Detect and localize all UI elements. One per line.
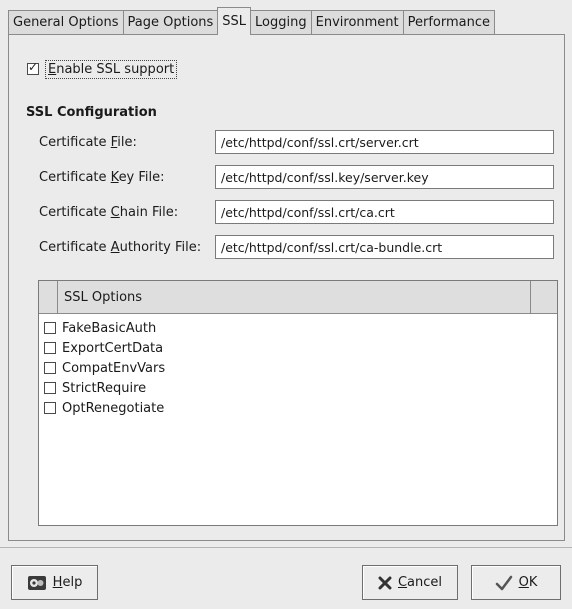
label-suffix: hain File: — [119, 205, 179, 220]
option-label: StrictRequire — [62, 380, 147, 396]
list-item-strictrequire[interactable]: StrictRequire — [39, 378, 557, 398]
label-suffix: ile: — [117, 135, 137, 150]
enable-ssl-row[interactable]: Enable SSL support — [27, 59, 178, 79]
list-item-compatenvvars[interactable]: CompatEnvVars — [39, 358, 557, 378]
tab-general-options[interactable]: General Options — [8, 10, 124, 34]
help-label-text: elp — [62, 575, 83, 590]
enable-ssl-label[interactable]: Enable SSL support — [45, 59, 178, 79]
option-label: ExportCertData — [62, 340, 164, 356]
optrenegotiate-checkbox[interactable] — [44, 402, 56, 414]
ok-label: OK — [519, 575, 538, 590]
list-item-optrenegotiate[interactable]: OptRenegotiate — [39, 398, 557, 418]
certificate-authority-file-input[interactable] — [215, 235, 554, 259]
certificate-chain-file-input[interactable] — [215, 200, 554, 224]
ssl-options-rows: FakeBasicAuth ExportCertData CompatEnvVa… — [39, 314, 557, 418]
exportcertdata-checkbox[interactable] — [44, 342, 56, 354]
cancel-x-icon — [378, 576, 392, 590]
certificate-chain-file-label: Certificate Chain File: — [39, 205, 178, 220]
button-separator — [0, 547, 572, 548]
label-mnemonic: A — [110, 240, 120, 255]
help-button[interactable]: Help — [11, 565, 98, 600]
cancel-label: Cancel — [398, 575, 442, 590]
certificate-file-input[interactable] — [215, 130, 554, 154]
ssl-configuration-title: SSL Configuration — [26, 105, 157, 120]
option-label: OptRenegotiate — [62, 400, 165, 416]
certificate-key-file-label: Certificate Key File: — [39, 170, 165, 185]
certificate-key-file-input[interactable] — [215, 165, 554, 189]
compatenvvars-checkbox[interactable] — [44, 362, 56, 374]
ok-label-text: K — [528, 575, 538, 590]
enable-ssl-checkbox[interactable] — [27, 60, 39, 75]
label-suffix: ey File: — [118, 170, 165, 185]
tab-bar: General Options Page Options SSL Logging… — [8, 7, 496, 35]
ssl-tab-panel: Enable SSL support SSL Configuration Cer… — [8, 34, 565, 541]
tab-logging[interactable]: Logging — [250, 10, 312, 34]
help-mnemonic: H — [52, 575, 63, 590]
enable-ssl-mnemonic: E — [48, 61, 57, 77]
header-filler — [531, 281, 557, 313]
tab-page-options[interactable]: Page Options — [122, 10, 219, 34]
option-label: CompatEnvVars — [62, 360, 166, 376]
label-mnemonic: K — [110, 170, 119, 185]
help-icon — [27, 575, 47, 591]
header-toggle-column[interactable] — [39, 281, 58, 313]
help-label: Help — [53, 575, 83, 590]
list-item-exportcertdata[interactable]: ExportCertData — [39, 338, 557, 358]
label-prefix: Certificate — [39, 240, 111, 255]
ok-check-icon — [495, 575, 513, 591]
cancel-mnemonic: C — [397, 575, 408, 590]
ok-button[interactable]: OK — [471, 565, 561, 600]
label-prefix: Certificate — [39, 170, 111, 185]
tab-ssl[interactable]: SSL — [217, 7, 252, 35]
ssl-options-list[interactable]: SSL Options FakeBasicAuth ExportCertData… — [38, 280, 558, 526]
cancel-button[interactable]: Cancel — [362, 565, 458, 600]
list-item-fakebasicauth[interactable]: FakeBasicAuth — [39, 318, 557, 338]
strictrequire-checkbox[interactable] — [44, 382, 56, 394]
label-prefix: Certificate — [39, 205, 111, 220]
ok-mnemonic: O — [518, 575, 529, 590]
enable-ssl-label-text: nable SSL support — [56, 61, 175, 77]
ssl-options-header: SSL Options — [39, 281, 557, 314]
tab-performance[interactable]: Performance — [402, 10, 496, 34]
label-prefix: Certificate — [39, 135, 111, 150]
certificate-authority-file-label: Certificate Authority File: — [39, 240, 201, 255]
tab-environment[interactable]: Environment — [310, 10, 404, 34]
certificate-file-label: Certificate File: — [39, 135, 137, 150]
label-suffix: uthority File: — [119, 240, 202, 255]
ssl-options-column-header[interactable]: SSL Options — [58, 281, 531, 313]
option-label: FakeBasicAuth — [62, 320, 157, 336]
fakebasicauth-checkbox[interactable] — [44, 322, 56, 334]
cancel-label-text: ancel — [407, 575, 443, 590]
label-mnemonic: C — [110, 205, 120, 220]
